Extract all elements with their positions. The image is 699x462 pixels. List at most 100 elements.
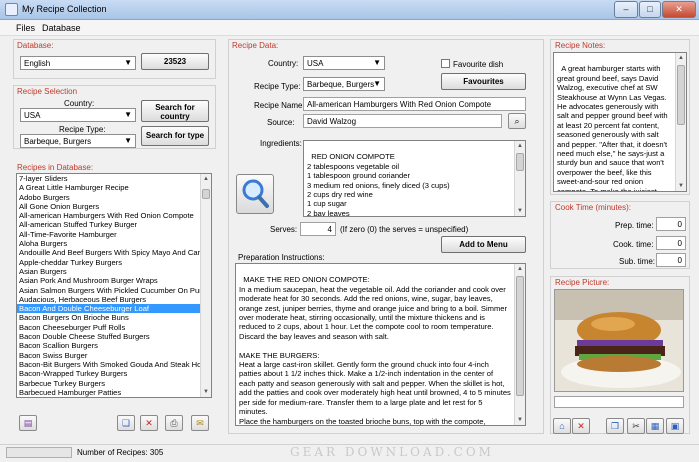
favourite-label: Favourite dish [453, 60, 504, 69]
scroll-down-icon[interactable]: ▼ [515, 206, 525, 216]
chevron-down-icon: ▼ [124, 110, 132, 119]
recipe-list-item[interactable]: Bacon-Bit Burgers With Smoked Gouda And … [17, 360, 200, 369]
data-country-select[interactable]: USA ▼ [303, 56, 385, 70]
recipe-list-item[interactable]: Adobo Burgers [17, 193, 200, 202]
minimize-button[interactable]: – [614, 1, 638, 18]
cut-icon[interactable]: ✂ [627, 418, 645, 434]
recipe-list-item[interactable]: Barbecued Hamburger Patties [17, 388, 200, 397]
sub-time-input[interactable]: 0 [656, 253, 686, 267]
menu-database[interactable]: Database [38, 23, 85, 33]
serves-input[interactable]: 4 [300, 222, 336, 236]
type-label: Recipe Type: [59, 125, 106, 134]
chevron-down-icon: ▼ [124, 136, 132, 145]
recipe-list-item[interactable]: All-american Stuffed Turkey Burger [17, 220, 200, 229]
recipe-list-item[interactable]: Apple-cheddar Turkey Burgers [17, 258, 200, 267]
recipe-list-item[interactable]: Barbecued Hamburgers [17, 397, 200, 398]
recipes-list[interactable]: 7-layer Sliders A Great Little Hamburger … [16, 173, 212, 398]
scroll-up-icon[interactable]: ▲ [676, 53, 686, 63]
serves-note: (If zero (0) the serves = unspecified) [340, 225, 469, 234]
cook-time-input[interactable]: 0 [656, 236, 686, 250]
search-country-button[interactable]: Search for country [141, 100, 209, 122]
scroll-up-icon[interactable]: ▲ [201, 174, 211, 184]
scroll-thumb[interactable] [516, 276, 524, 396]
book-icon[interactable]: ▤ [19, 415, 37, 431]
recipe-notes-textarea[interactable]: A great hamburger starts with great grou… [553, 52, 687, 192]
print-icon[interactable]: ⎙ [165, 415, 183, 431]
recipe-notes-text: A great hamburger starts with great grou… [557, 64, 668, 192]
binoculars-icon[interactable]: ⌕ [508, 113, 526, 129]
remove-picture-icon[interactable]: ✕ [572, 418, 590, 434]
data-type-select[interactable]: Barbeque, Burgers ▼ [303, 77, 385, 91]
ingredients-text: RED ONION COMPOTE 2 tablespoons vegetabl… [307, 152, 450, 217]
recipe-list-item[interactable]: Asian Burgers [17, 267, 200, 276]
scroll-up-icon[interactable]: ▲ [515, 141, 525, 151]
maximize-button[interactable]: □ [639, 1, 661, 18]
open-folder-icon[interactable]: ⌂ [553, 418, 571, 434]
search-type-button[interactable]: Search for type [141, 126, 209, 146]
recipe-list-item[interactable]: Bacon Swiss Burger [17, 351, 200, 360]
recipe-list-item[interactable]: Barbecue Turkey Burgers [17, 379, 200, 388]
notes-scrollbar[interactable]: ▲ ▼ [675, 53, 686, 191]
recipe-photo [554, 289, 684, 392]
add-to-menu-button[interactable]: Add to Menu [441, 236, 526, 253]
favourite-checkbox[interactable] [441, 59, 450, 68]
scroll-thumb[interactable] [516, 153, 524, 171]
recipe-list-item[interactable]: Asian Pork And Mushroom Burger Wraps [17, 276, 200, 285]
recipe-list-item[interactable]: Bacon Scallion Burgers [17, 341, 200, 350]
close-button[interactable]: ✕ [662, 1, 696, 18]
recipe-list-item[interactable]: Asian Salmon Burgers With Pickled Cucumb… [17, 286, 200, 295]
selection-type-select[interactable]: Barbeque, Burgers ▼ [20, 134, 136, 148]
recipe-list-item[interactable]: All-Time-Favorite Hamburger [17, 230, 200, 239]
paste-icon[interactable]: ▦ [646, 418, 664, 434]
sub-time-label: Sub. time: [619, 257, 656, 266]
data-country-label: Country: [268, 59, 299, 68]
recipe-list-item[interactable]: A Great Little Hamburger Recipe [17, 183, 200, 192]
scroll-up-icon[interactable]: ▲ [515, 264, 525, 274]
scroll-thumb[interactable] [202, 189, 210, 199]
watermark: GEAR DOWNLOAD.COM [290, 445, 494, 459]
delete-icon[interactable]: ✕ [140, 415, 158, 431]
new-document-icon[interactable]: ❏ [117, 415, 135, 431]
recipe-name-input[interactable]: All-american Hamburgers With Red Onion C… [303, 97, 526, 111]
mail-icon[interactable]: ✉ [191, 415, 209, 431]
source-input[interactable]: David Walzog [303, 114, 502, 128]
prep-instructions-label: Preparation Instructions: [238, 253, 325, 262]
database-count-button[interactable]: 23523 [141, 53, 209, 70]
recipe-list-item[interactable]: 7-layer Sliders [17, 174, 200, 183]
recipe-list-item[interactable]: Bacon Cheeseburger Puff Rolls [17, 323, 200, 332]
search-magnifier-button[interactable] [236, 174, 274, 214]
burger-image [555, 290, 683, 391]
scroll-down-icon[interactable]: ▼ [515, 415, 525, 425]
menu-bar [0, 20, 699, 36]
prep-time-input[interactable]: 0 [656, 217, 686, 231]
scroll-thumb[interactable] [677, 65, 685, 125]
cook-time-label: Cook Time (minutes): [555, 203, 632, 212]
data-type-label: Recipe Type: [254, 82, 301, 91]
save-icon[interactable]: ▣ [666, 418, 684, 434]
copy-icon[interactable]: ❐ [606, 418, 624, 434]
prep-instructions-textarea[interactable]: MAKE THE RED ONION COMPOTE: In a medium … [235, 263, 526, 426]
scroll-down-icon[interactable]: ▼ [676, 181, 686, 191]
database-select[interactable]: English ▼ [20, 56, 136, 70]
recipe-list-item[interactable]: Bacon Double Cheese Stuffed Burgers [17, 332, 200, 341]
recipe-list-item[interactable]: Audacious, Herbaceous Beef Burgers [17, 295, 200, 304]
scroll-down-icon[interactable]: ▼ [201, 387, 211, 397]
prep-scrollbar[interactable]: ▲ ▼ [514, 264, 525, 425]
ingredients-textarea[interactable]: RED ONION COMPOTE 2 tablespoons vegetabl… [303, 140, 526, 217]
favourites-button[interactable]: Favourites [441, 73, 526, 90]
magnifier-icon [242, 179, 269, 208]
recipe-list-item[interactable]: All-american Hamburgers With Red Onion C… [17, 211, 200, 220]
ingredients-scrollbar[interactable]: ▲ ▼ [514, 141, 525, 216]
recipe-list-item[interactable]: Aloha Burgers [17, 239, 200, 248]
recipe-list-item[interactable]: Bacon-Wrapped Turkey Burgers [17, 369, 200, 378]
selection-country-select[interactable]: USA ▼ [20, 108, 136, 122]
recipe-list-item[interactable]: Bacon Burgers On Brioche Buns [17, 313, 200, 322]
ingredients-label: Ingredients: [260, 139, 302, 148]
recipes-scrollbar[interactable]: ▲ ▼ [200, 174, 211, 397]
recipe-count-status: Number of Recipes: 305 [77, 448, 164, 457]
menu-files[interactable]: Files [12, 23, 39, 33]
recipe-list-item[interactable]: Andouille And Beef Burgers With Spicy Ma… [17, 248, 200, 257]
recipe-list-item[interactable]: All Gone Onion Burgers [17, 202, 200, 211]
recipe-list-item[interactable]: Bacon And Double Cheeseburger Loaf [17, 304, 200, 314]
picture-path-input[interactable] [554, 396, 684, 408]
